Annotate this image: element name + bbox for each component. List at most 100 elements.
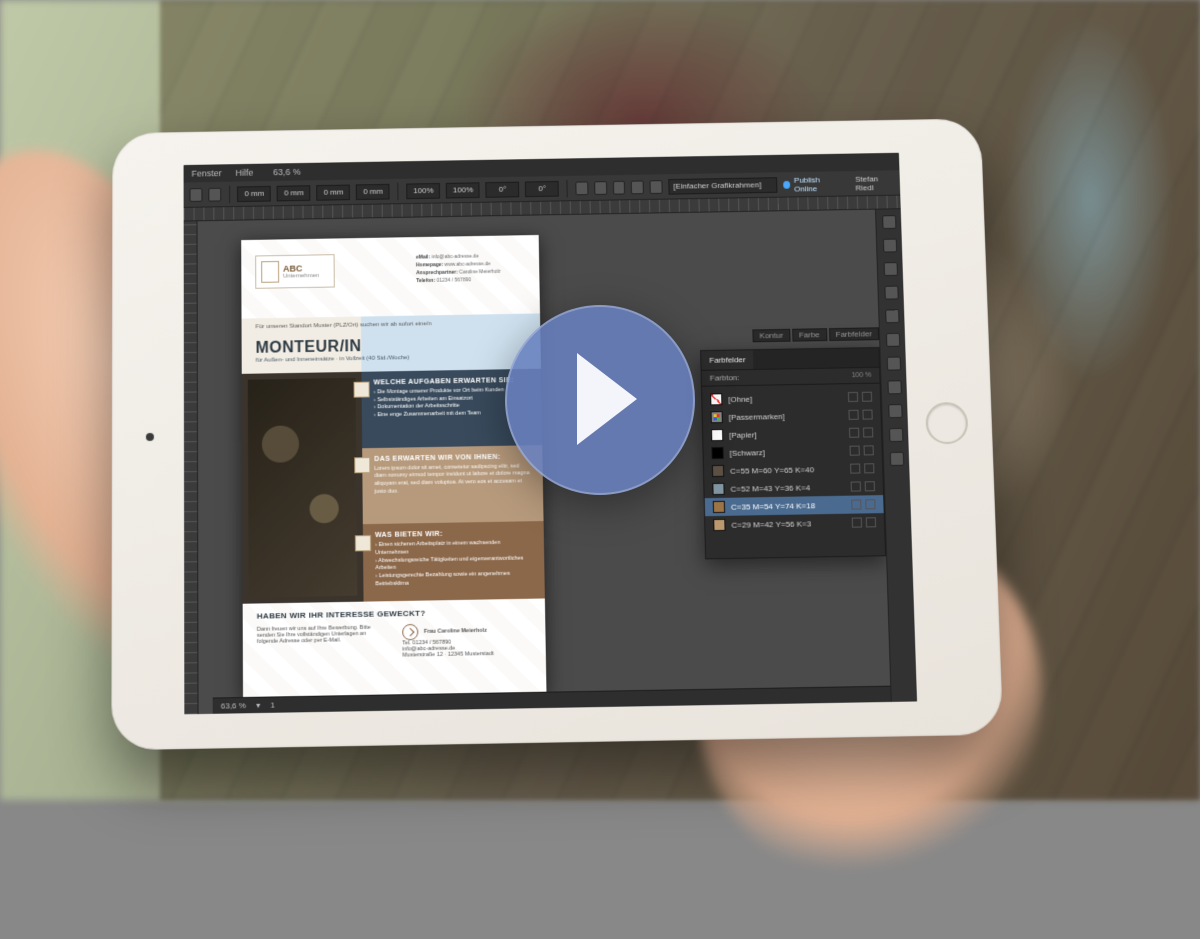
swatch-chip: [713, 501, 725, 513]
cloud-icon: [783, 180, 790, 188]
scale-x-field[interactable]: 100%: [406, 183, 440, 199]
header-meta: eMail: info@abc-adresse.deHomepage: www.…: [416, 253, 526, 286]
swatch-flags: [851, 499, 875, 509]
tool-photo: [242, 372, 364, 604]
title-strip: Für unseren Standort Muster (PLZ/Ort) su…: [242, 313, 541, 373]
job-title: MONTEUR/IN: [256, 338, 362, 358]
y-field[interactable]: 0 mm: [277, 185, 311, 201]
swatch-chip: [711, 411, 723, 423]
separator: [229, 185, 230, 203]
w-field[interactable]: 0 mm: [317, 184, 351, 200]
zoom-readout[interactable]: 63,6 %: [273, 167, 301, 177]
shear-field[interactable]: 0°: [525, 180, 559, 196]
swatch-label: [Papier]: [729, 430, 757, 439]
fill-icon[interactable]: [631, 180, 644, 194]
links-panel-icon[interactable]: [883, 262, 897, 276]
swatch-chip: [711, 429, 723, 441]
swatch-flags: [850, 463, 874, 473]
effects-panel-icon[interactable]: [889, 452, 903, 466]
arrow-circle-icon: [402, 624, 418, 640]
user-name[interactable]: Stefan Riedl: [855, 174, 894, 192]
panel-pill[interactable]: Farbfelder: [829, 327, 880, 341]
swatch-label: C=29 M=42 Y=56 K=3: [731, 519, 811, 529]
color-panel-icon[interactable]: [885, 309, 899, 323]
scale-y-field[interactable]: 100%: [446, 182, 480, 198]
separator: [398, 182, 399, 200]
footer: HABEN WIR IHR INTERESSE GEWECKT? Dann fr…: [257, 607, 532, 661]
status-page[interactable]: 1: [270, 701, 275, 710]
block-requirements: DAS ERWARTEN WIR VON IHNEN: Lorem ipsum …: [362, 445, 543, 525]
block-offer: WAS BIETEN WIR: Einen sicheren Arbeitspl…: [363, 521, 545, 601]
document-page[interactable]: ABC Unternehmen eMail: info@abc-adresse.…: [241, 235, 546, 699]
swatch-chip: [713, 519, 725, 531]
logo-mark-icon: [261, 261, 279, 283]
stroke-panel-icon[interactable]: [884, 286, 898, 300]
layers-panel-icon[interactable]: [882, 239, 896, 253]
object-styles-icon[interactable]: [888, 428, 902, 442]
h-field[interactable]: 0 mm: [356, 183, 390, 199]
publish-online-button[interactable]: Publish Online: [783, 175, 840, 193]
menu-item-fenster[interactable]: Fenster: [191, 168, 221, 178]
flip-h-icon[interactable]: [576, 181, 589, 195]
swatch-label: C=55 M=60 Y=65 K=40: [730, 465, 814, 475]
meta-row: Telefon: 01234 / 567890: [416, 276, 525, 284]
panel-subhead: Farbton:: [710, 370, 740, 386]
meta-row: Ansprechpartner: Caroline Meierholz: [416, 268, 525, 276]
separator: [567, 179, 568, 197]
flip-v-icon[interactable]: [594, 181, 607, 195]
swatch-label: [Ohne]: [728, 394, 752, 403]
publish-online-label: Publish Online: [794, 175, 840, 193]
list-item: Leistungsgerechte Bezahlung sowie ein an…: [375, 571, 532, 589]
cc-libraries-icon[interactable]: [886, 357, 900, 371]
rotate-field[interactable]: 0°: [486, 181, 520, 197]
logo-sub: Unternehmen: [283, 273, 319, 280]
block-req-heading: DAS ERWARTEN WIR VON IHNEN:: [374, 453, 530, 463]
block-req-text: Lorem ipsum dolor sit amet, consetetur s…: [374, 463, 531, 496]
stroke-icon[interactable]: [650, 180, 663, 194]
align-icon[interactable]: [613, 180, 626, 194]
section-icon: [354, 457, 370, 473]
tablet-camera: [146, 433, 154, 441]
swatch-flags: [850, 445, 874, 455]
swatch-row[interactable]: C=29 M=42 Y=56 K=3: [705, 513, 884, 534]
job-subtitle: für Außen- und Inneneinsätze · in Vollze…: [256, 355, 410, 364]
swatches-panel-icon[interactable]: [885, 333, 899, 347]
block-offer-heading: WAS BIETEN WIR:: [375, 530, 532, 540]
paragraph-styles-icon[interactable]: [887, 380, 901, 394]
swatch-label: [Passermarken]: [729, 412, 785, 422]
swatch-chip: [712, 465, 724, 477]
contact-name: Frau Caroline Meierholz: [424, 628, 487, 635]
status-zoom[interactable]: 63,6 %: [221, 701, 246, 711]
x-field[interactable]: 0 mm: [237, 185, 271, 201]
ruler-vertical[interactable]: [184, 221, 199, 714]
meta-row: eMail: info@abc-adresse.de: [416, 253, 525, 261]
panel-pill[interactable]: Farbe: [792, 328, 827, 341]
play-button[interactable]: [505, 305, 695, 495]
footer-left: Dann freuen wir uns auf Ihre Bewerbung. …: [257, 624, 386, 661]
swatch-chip: [711, 447, 723, 459]
section-icon: [354, 382, 370, 398]
lead-text: Für unseren Standort Muster (PLZ/Ort) su…: [255, 320, 514, 330]
tablet-home-button[interactable]: [925, 402, 968, 444]
swatch-label: C=52 M=43 Y=36 K=4: [730, 483, 810, 493]
menu-item-hilfe[interactable]: Hilfe: [235, 168, 253, 178]
panel-group-tabs: KonturFarbeFarbfelder: [752, 327, 879, 342]
pages-panel-icon[interactable]: [882, 215, 896, 229]
panel-tab-swatches[interactable]: Farbfelder: [701, 350, 754, 370]
swatch-chip: [712, 483, 724, 495]
footer-contact: Frau Caroline Meierholz Tel. 01234 / 567…: [402, 622, 532, 659]
reference-point-icon[interactable]: [208, 187, 221, 201]
swatch-flags: [851, 481, 875, 491]
section-icon: [355, 535, 371, 551]
tint-value[interactable]: 100 %: [851, 367, 871, 383]
swatch-flags: [848, 392, 872, 402]
panel-pill[interactable]: Kontur: [752, 329, 790, 342]
character-styles-icon[interactable]: [888, 404, 902, 418]
swatch-flags: [848, 410, 872, 420]
selection-tool-icon[interactable]: [190, 188, 203, 202]
swatch-label: [Schwarz]: [729, 448, 764, 458]
swatch-flags: [849, 427, 873, 437]
swatch-label: C=35 M=54 Y=74 K=18: [731, 501, 815, 511]
paragraph-style-field[interactable]: [Einfacher Grafikrahmen]: [668, 177, 777, 194]
swatches-panel[interactable]: Farbfelder Farbton: 100 % [Ohne] [Passerm…: [700, 347, 886, 559]
